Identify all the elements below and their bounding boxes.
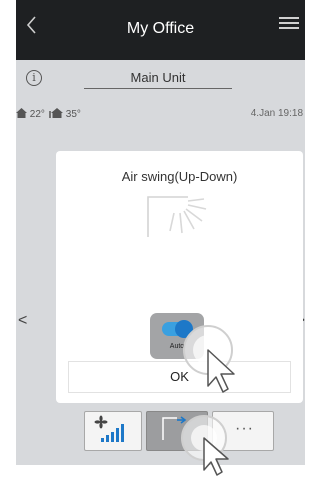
menu-button[interactable] [279, 14, 299, 34]
fan-speed-icon [94, 415, 124, 442]
air-swing-illustration [147, 196, 207, 237]
dialog-title: Air swing(Up-Down) [121, 169, 238, 184]
fan-speed-button[interactable] [84, 411, 142, 451]
outdoor-temperature: 35° [49, 108, 81, 120]
tap-pointer-icon [183, 325, 235, 393]
house-icon [16, 108, 27, 118]
previous-unit-button[interactable]: < [18, 312, 27, 330]
app-screen: My Office i Main Unit 22° 35° 4.Jan 19:1… [16, 0, 305, 465]
datetime: 4.Jan 19:18 [250, 108, 303, 119]
unit-name[interactable]: Main Unit [84, 70, 232, 89]
page-title: My Office [126, 20, 195, 37]
indoor-temperature: 22° [16, 108, 45, 120]
outdoor-house-icon [49, 108, 63, 118]
tap-pointer-icon-2 [181, 415, 229, 476]
hamburger-icon [279, 17, 299, 19]
top-bar: My Office [16, 0, 305, 60]
info-icon[interactable]: i [26, 70, 42, 86]
